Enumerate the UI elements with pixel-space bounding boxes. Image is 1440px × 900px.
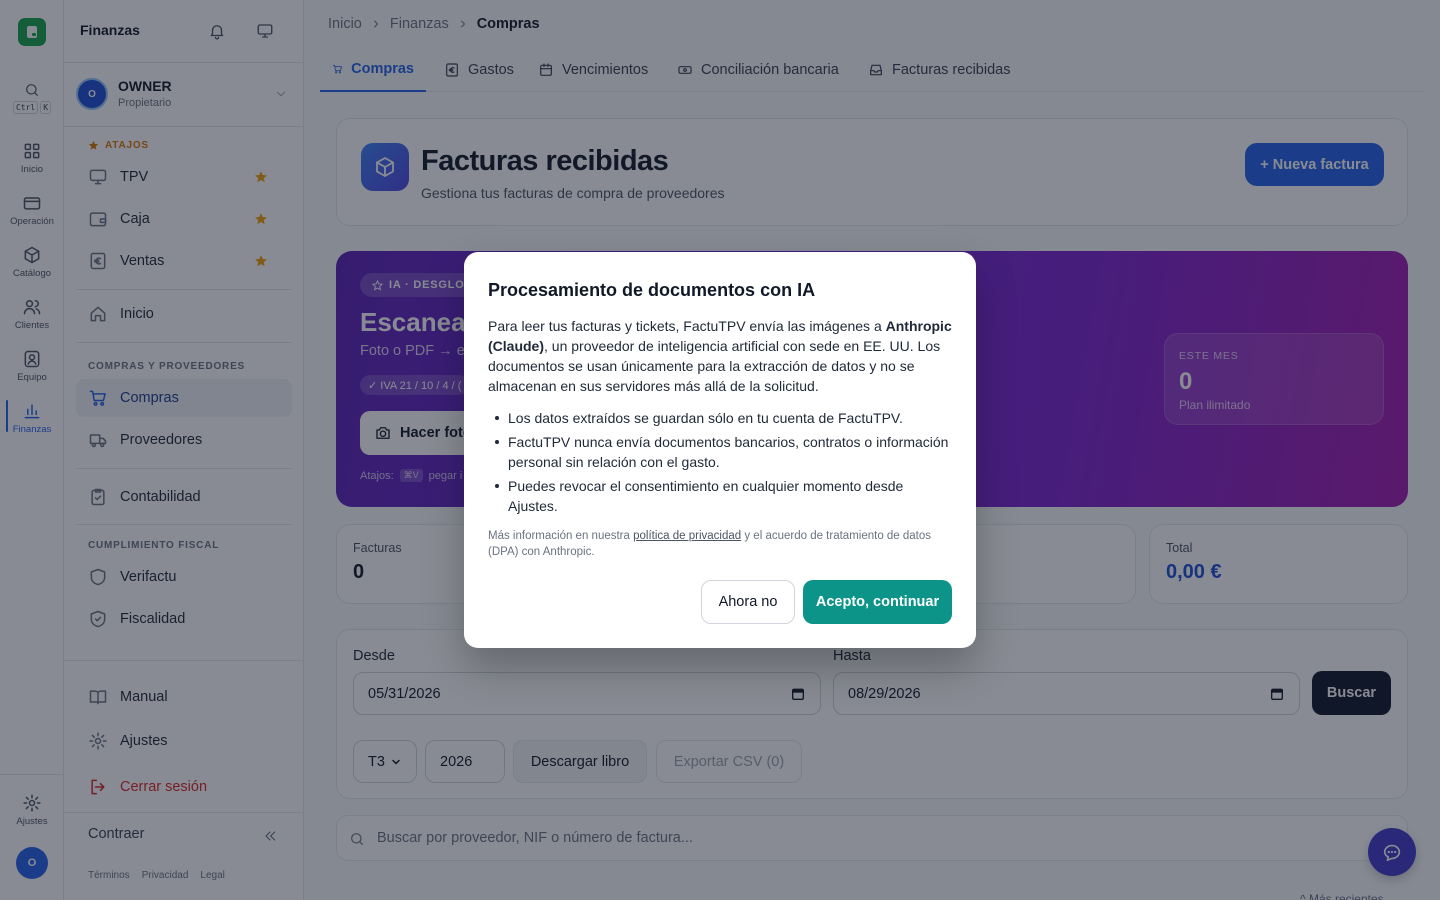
body-text: Para leer tus facturas y tickets, FactuT… <box>488 318 886 334</box>
privacy-policy-link[interactable]: política de privacidad <box>633 530 741 542</box>
decline-button[interactable]: Ahora no <box>701 580 795 624</box>
list-item: Los datos extraídos se guardan sólo en t… <box>488 408 952 428</box>
accept-button[interactable]: Acepto, continuar <box>803 580 952 624</box>
list-item: FactuTPV nunca envía documentos bancario… <box>488 432 952 472</box>
body-text: , un proveedor de inteligencia artificia… <box>488 338 941 394</box>
list-item: Puedes revocar el consentimiento en cual… <box>488 476 952 516</box>
foot-text: Más información en nuestra <box>488 530 634 542</box>
dialog-title: Procesamiento de documentos con IA <box>488 280 816 300</box>
ai-consent-dialog: Procesamiento de documentos con IA Para … <box>464 252 976 648</box>
consent-bullets: Los datos extraídos se guardan sólo en t… <box>488 408 952 520</box>
dialog-footnote: Más información en nuestra política de p… <box>488 528 952 560</box>
dialog-body: Para leer tus facturas y tickets, FactuT… <box>488 316 952 396</box>
